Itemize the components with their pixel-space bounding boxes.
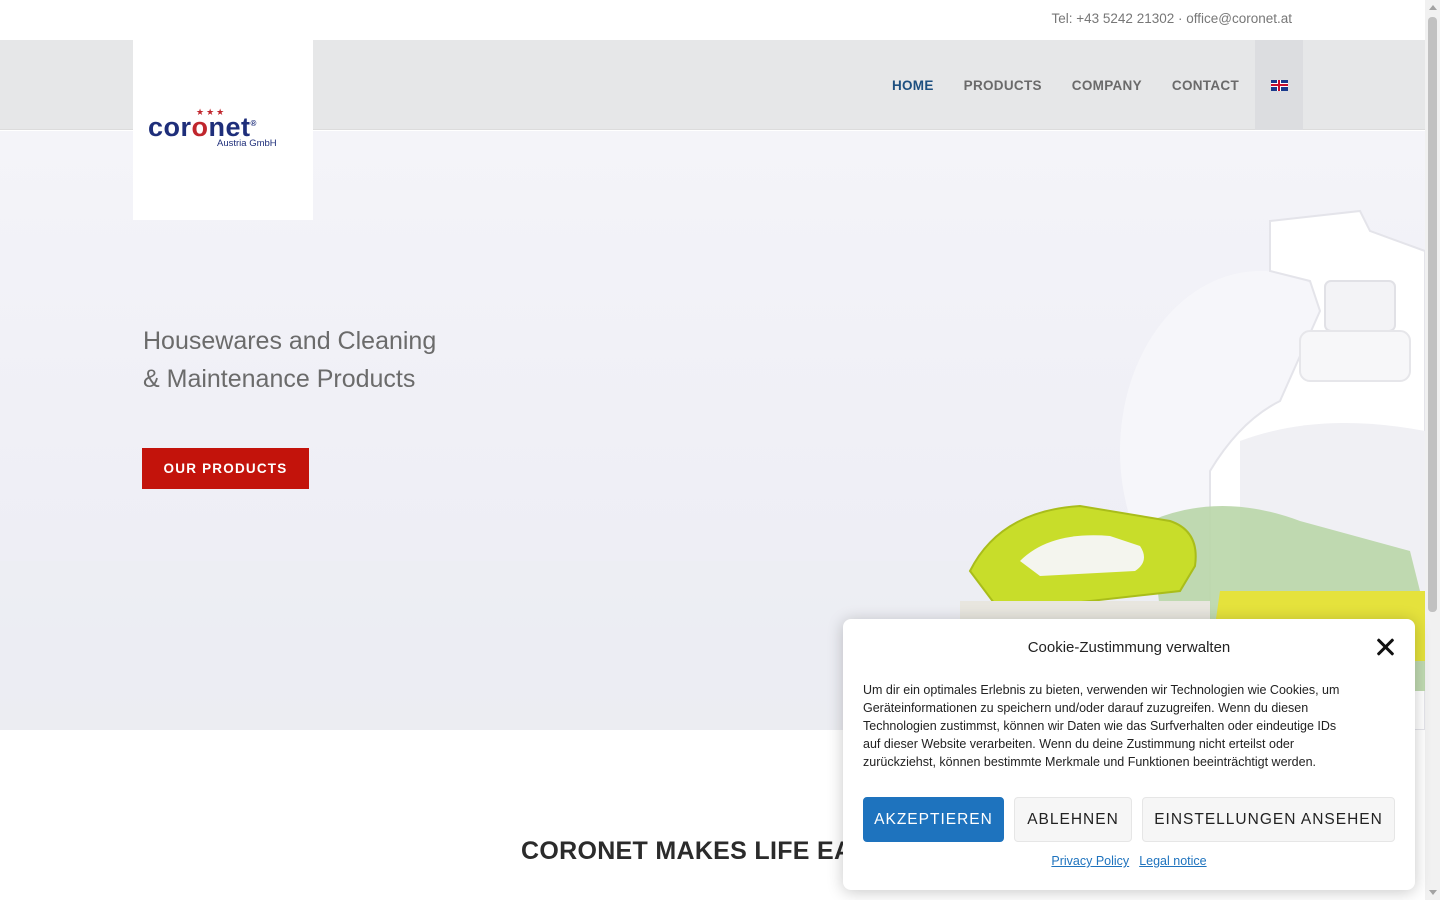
accept-button[interactable]: AKZEPTIEREN — [863, 797, 1004, 842]
nav-item-products[interactable]: PRODUCTS — [964, 78, 1042, 93]
uk-flag-icon — [1270, 79, 1288, 91]
hero-headline-line2: & Maintenance Products — [143, 365, 416, 393]
nav-item-company[interactable]: COMPANY — [1072, 78, 1142, 93]
close-icon[interactable] — [1376, 638, 1394, 656]
page-scrollbar[interactable] — [1425, 0, 1440, 900]
view-settings-button[interactable]: EINSTELLUNGEN ANSEHEN — [1142, 797, 1395, 842]
section-title: CORONET MAKES LIFE EA — [521, 837, 853, 865]
contact-info[interactable]: Tel: +43 5242 21302 · office@coronet.at — [1052, 11, 1293, 26]
scroll-thumb[interactable] — [1428, 17, 1437, 612]
cookie-dialog-text: Um dir ein optimales Erlebnis zu bieten,… — [863, 683, 1340, 769]
nav-item-contact[interactable]: CONTACT — [1172, 78, 1239, 93]
hero-headline: Housewares and Cleaning & Maintenance Pr… — [143, 322, 563, 398]
top-contact-bar: Tel: +43 5242 21302 · office@coronet.at — [0, 0, 1425, 40]
scroll-down-icon[interactable] — [1429, 890, 1437, 895]
cookie-links: Privacy Policy Legal notice — [843, 854, 1415, 868]
scroll-up-icon[interactable] — [1429, 5, 1437, 10]
primary-nav: HOME PRODUCTS COMPANY CONTACT — [862, 40, 1303, 130]
cookie-dialog-title: Cookie-Zustimmung verwalten — [1027, 639, 1231, 656]
nav-item-home[interactable]: HOME — [892, 78, 934, 93]
cookie-consent-dialog: Cookie-Zustimmung verwalten Um dir ein o… — [843, 619, 1415, 890]
site-logo[interactable]: ★★★ coronet® Austria GmbH — [133, 40, 313, 220]
deny-button[interactable]: ABLEHNEN — [1014, 797, 1132, 842]
language-switcher[interactable] — [1255, 40, 1303, 130]
hero-headline-line1: Housewares and Cleaning — [143, 327, 437, 355]
legal-notice-link[interactable]: Legal notice — [1139, 854, 1206, 868]
our-products-button[interactable]: OUR PRODUCTS — [142, 448, 309, 489]
logo-subtitle: Austria GmbH — [217, 138, 277, 149]
privacy-policy-link[interactable]: Privacy Policy — [1051, 854, 1129, 868]
